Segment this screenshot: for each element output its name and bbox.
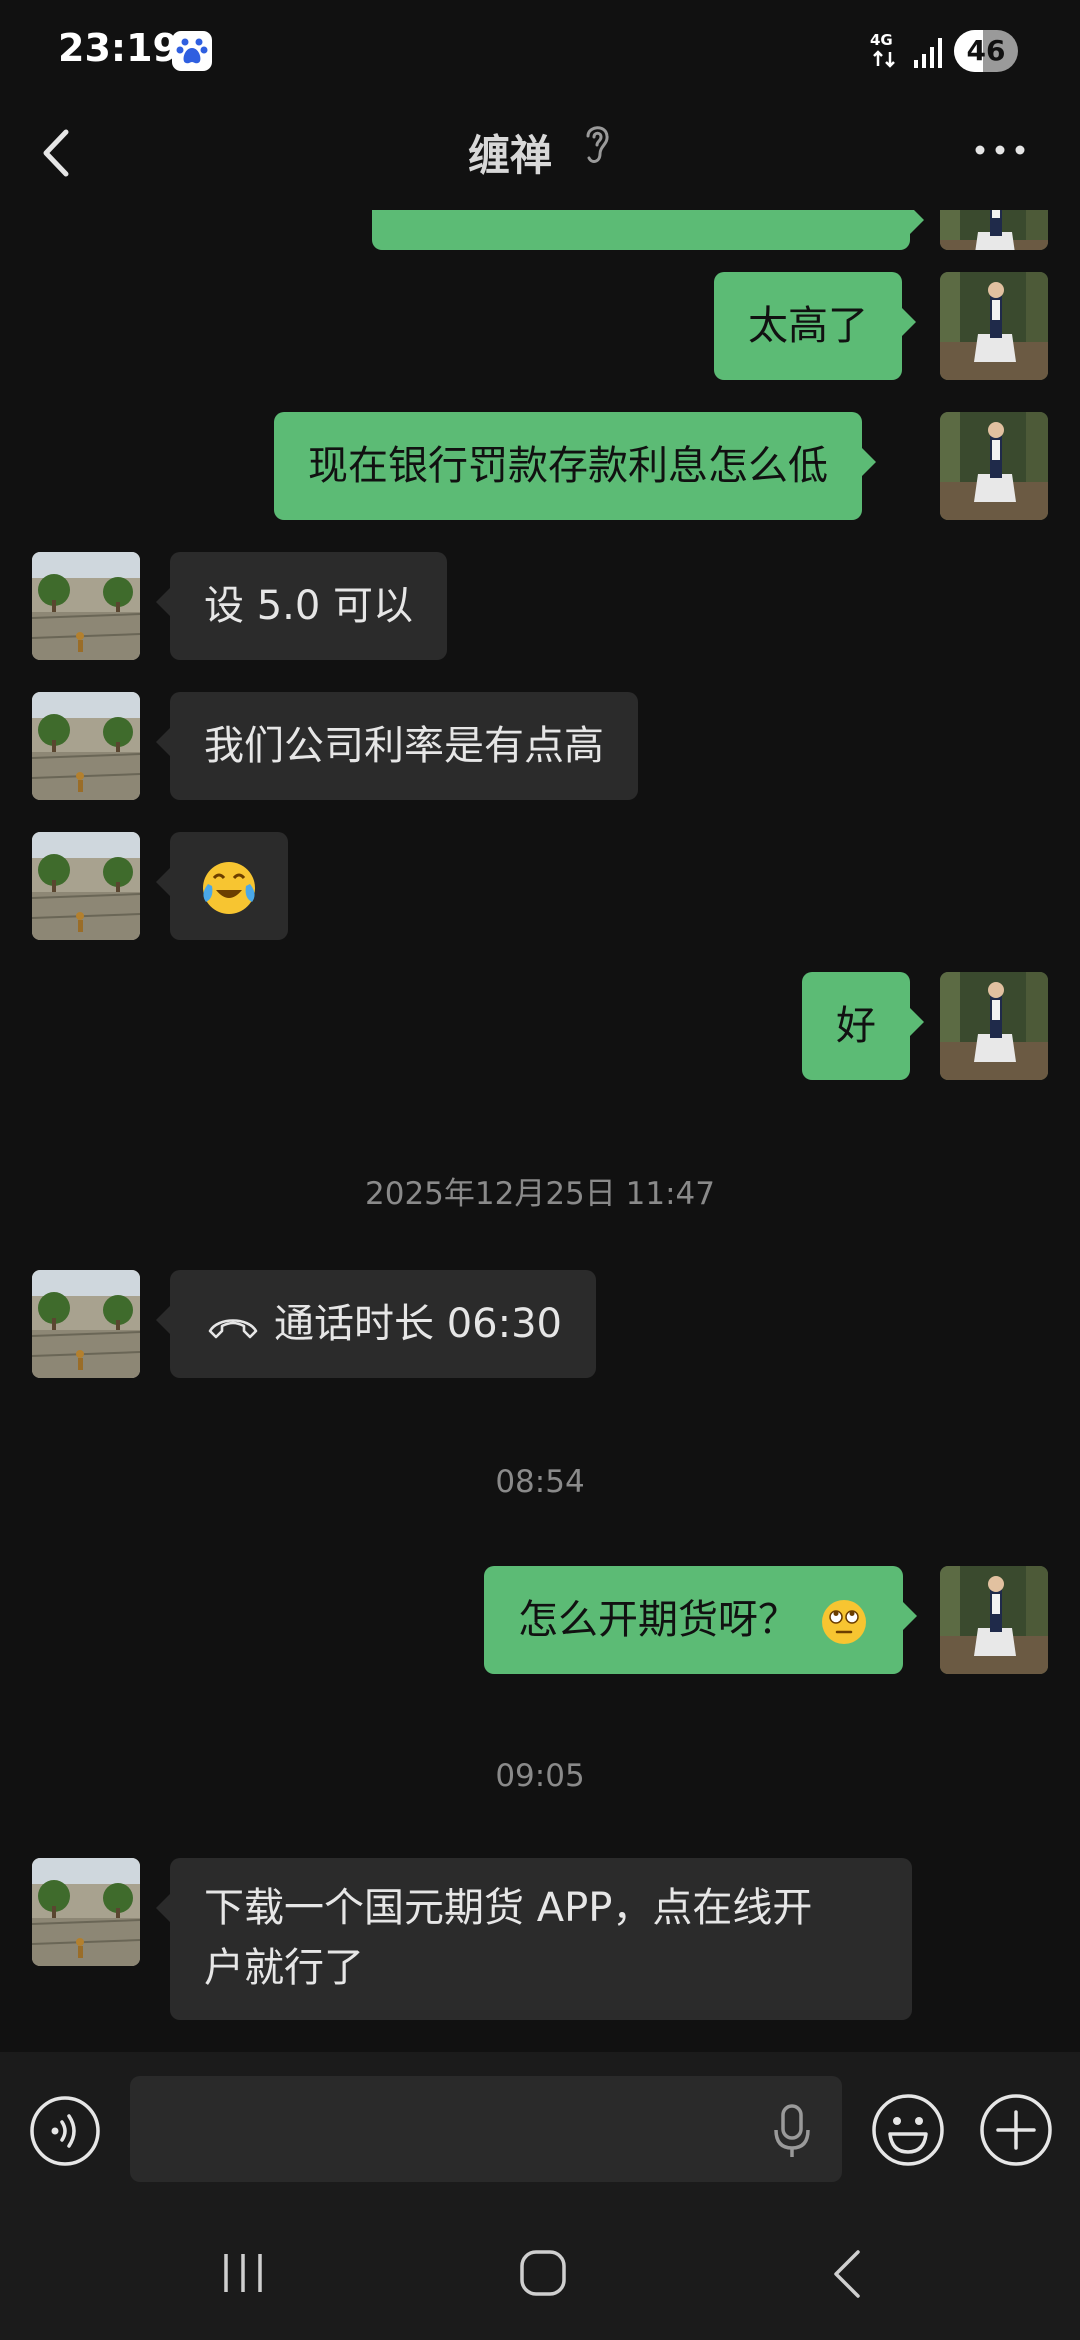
battery-icon: 46 xyxy=(954,30,1018,72)
timestamp: 2025年12月25日 11:47 xyxy=(365,1176,715,1212)
message-bubble[interactable] xyxy=(372,210,924,250)
chat-title: 缠禅 xyxy=(467,131,552,180)
home-icon[interactable] xyxy=(518,2248,568,2298)
status-bar: 23:19 4G 46 xyxy=(0,0,1080,100)
avatar-other[interactable] xyxy=(32,692,140,800)
svg-text:🙄: 🙄 xyxy=(843,1645,845,1647)
message-bubble[interactable]: 太高了 xyxy=(714,272,916,380)
eye-roll-emoji: 🙄 xyxy=(821,1600,866,1647)
avatar-other[interactable] xyxy=(32,552,140,660)
avatar-me[interactable] xyxy=(940,272,1048,380)
message-list[interactable]: 太高了 现在银行罚款存款利息怎么低 设 5.0 可以 我们公司利率是有点高 😭 xyxy=(0,210,1080,2050)
call-duration: 通话时长 06:30 xyxy=(274,1301,562,1347)
avatar-me[interactable] xyxy=(940,972,1048,1080)
input-bar xyxy=(0,2052,1080,2202)
avatar-other[interactable] xyxy=(32,1858,140,1966)
chat-header: 缠禅 xyxy=(0,100,1080,210)
baidu-app-icon xyxy=(172,31,212,71)
battery-level: 46 xyxy=(966,34,1006,67)
avatar-other[interactable] xyxy=(32,832,140,940)
message-bubble[interactable]: 设 5.0 可以 xyxy=(155,552,448,660)
recent-apps-icon[interactable] xyxy=(218,2250,268,2296)
message-line: 户就行了 xyxy=(204,1945,364,1991)
mic-icon[interactable] xyxy=(770,2102,814,2160)
timestamp: 09:05 xyxy=(495,1758,585,1794)
svg-text:4G: 4G xyxy=(870,31,893,49)
emoji-icon[interactable] xyxy=(870,2092,946,2168)
message-bubble[interactable]: 我们公司利率是有点高 xyxy=(156,692,638,800)
avatar-me[interactable] xyxy=(940,412,1048,520)
message-bubble[interactable]: 现在银行罚款存款利息怎么低 xyxy=(274,412,876,520)
avatar-me[interactable] xyxy=(940,210,1048,250)
signal-icon xyxy=(914,38,942,68)
more-dots-icon[interactable] xyxy=(970,130,1030,170)
message-bubble-emoji[interactable]: 😭 xyxy=(156,832,288,940)
svg-text:😭: 😭 xyxy=(228,931,230,933)
avatar-other[interactable] xyxy=(32,1270,140,1378)
avatar-me[interactable] xyxy=(940,1566,1048,1674)
status-time: 23:19 xyxy=(58,26,179,70)
4g-data-icon: 4G xyxy=(870,31,895,68)
message-bubble[interactable]: 怎么开期货呀？ 🙄 xyxy=(484,1566,917,1674)
plus-icon[interactable] xyxy=(978,2092,1054,2168)
nav-back-icon[interactable] xyxy=(826,2246,870,2302)
system-nav-bar xyxy=(0,2202,1080,2340)
timestamp: 08:54 xyxy=(495,1464,585,1500)
message-line: 下载一个国元期货 APP，点在线开 xyxy=(204,1885,813,1931)
message-text: 怎么开期货呀？ xyxy=(518,1597,798,1643)
phone-hangup-icon xyxy=(208,1319,258,1339)
message-bubble[interactable]: 好 xyxy=(802,972,924,1080)
voice-input-icon[interactable] xyxy=(28,2094,102,2168)
crying-laughing-emoji: 😭 xyxy=(203,862,255,933)
message-input[interactable] xyxy=(130,2076,842,2182)
earpiece-mode-icon xyxy=(586,126,609,163)
call-record-bubble[interactable]: 通话时长 06:30 xyxy=(156,1270,596,1378)
message-bubble[interactable]: 下载一个国元期货 APP，点在线开 户就行了 xyxy=(156,1858,912,2020)
